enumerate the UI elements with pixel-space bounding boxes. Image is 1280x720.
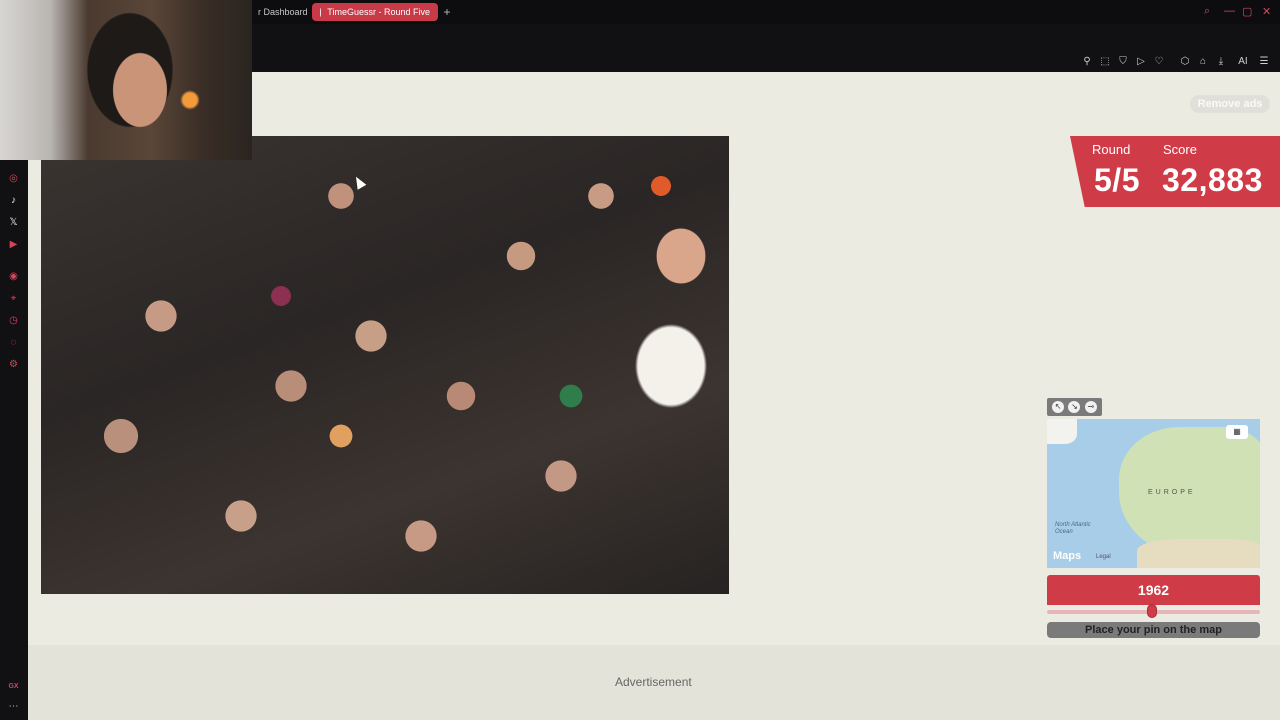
clock-icon[interactable]: ◷: [7, 314, 20, 327]
year-slider-thumb[interactable]: [1147, 604, 1157, 618]
gx-label[interactable]: GX: [7, 680, 20, 693]
map-type-icon[interactable]: ▦: [1226, 425, 1248, 439]
minimize-icon[interactable]: —: [1224, 5, 1235, 17]
tab-timeguessr[interactable]: TimeGuessr - Round Five: [312, 3, 438, 21]
advertisement-area: Advertisement: [28, 645, 1280, 720]
pin-icon[interactable]: ⌖: [7, 292, 20, 305]
maps-brand: Maps: [1053, 550, 1081, 562]
advertisement-label: Advertisement: [615, 675, 692, 689]
tab-label: TimeGuessr - Round Five: [327, 7, 430, 17]
browser-sidebar: ◎ ♪ 𝕏 ▶ ◉ ⌖ ◷ ◌ ⚙ GX ⋯: [0, 72, 28, 720]
heart-icon[interactable]: ♡: [1153, 56, 1165, 68]
round-label: Round: [1092, 142, 1131, 157]
download-icon[interactable]: ⤓: [1215, 56, 1227, 68]
map-landmass: [1047, 419, 1077, 444]
mouse-cursor: [351, 174, 367, 190]
score-banner: Round Score 5/5 32,883: [1070, 136, 1280, 207]
box-icon[interactable]: ⬡: [1179, 56, 1191, 68]
place-pin-button[interactable]: Place your pin on the map: [1047, 622, 1260, 638]
year-display: 1962: [1047, 575, 1260, 605]
play-icon[interactable]: ▷: [1135, 56, 1147, 68]
tab-dashboard[interactable]: r Dashboard: [250, 3, 308, 21]
lock-icon[interactable]: ⌂: [1197, 56, 1209, 68]
map-legal-link[interactable]: Legal: [1096, 554, 1111, 560]
map-region-label: EUROPE: [1148, 489, 1196, 496]
tiktok-icon[interactable]: ♪: [7, 194, 20, 207]
close-icon[interactable]: ✕: [1262, 5, 1271, 18]
ai-icon[interactable]: AI: [1234, 56, 1252, 68]
score-label: Score: [1163, 142, 1197, 157]
screenshot-icon[interactable]: ⬚: [1099, 56, 1111, 68]
round-value: 5/5: [1094, 162, 1140, 198]
score-value: 32,883: [1162, 162, 1263, 198]
map-ocean-label: North Atlantic Ocean: [1055, 522, 1091, 535]
chat-icon[interactable]: ◌: [7, 336, 20, 349]
pin-icon[interactable]: ⚲: [1081, 56, 1093, 68]
globe-icon: [320, 7, 322, 17]
youtube-icon[interactable]: ▶: [7, 238, 20, 251]
webcam-overlay: [0, 0, 252, 160]
expand-map-icon[interactable]: ↖: [1052, 401, 1065, 413]
guess-map[interactable]: EUROPE North Atlantic Ocean Maps Legal ▦: [1047, 419, 1260, 568]
maximize-icon[interactable]: ▢: [1242, 5, 1252, 18]
x-icon[interactable]: 𝕏: [7, 216, 20, 229]
pin-map-icon[interactable]: ⊸: [1084, 401, 1097, 413]
player-icon[interactable]: ◉: [7, 270, 20, 283]
shrink-map-icon[interactable]: ↘: [1068, 401, 1081, 413]
maps-brand-label: Maps: [1053, 550, 1082, 562]
new-tab-button[interactable]: +: [438, 3, 456, 21]
remove-ads-button[interactable]: Remove ads: [1190, 95, 1270, 113]
round-photo: [41, 136, 729, 594]
map-landmass: [1137, 539, 1260, 568]
map-toolbar: ↖ ↘ ⊸: [1047, 398, 1102, 416]
menu-icon[interactable]: ☰: [1258, 56, 1270, 68]
shield-icon[interactable]: ⛉: [1117, 56, 1129, 68]
search-icon[interactable]: ⌕: [1204, 5, 1210, 18]
game-page: Remove ads Round Score 5/5 32,883 ↖ ↘ ⊸ …: [28, 72, 1280, 720]
settings-icon[interactable]: ⚙: [7, 358, 20, 371]
instagram-icon[interactable]: ◎: [7, 172, 20, 185]
more-icon[interactable]: ⋯: [7, 700, 20, 713]
